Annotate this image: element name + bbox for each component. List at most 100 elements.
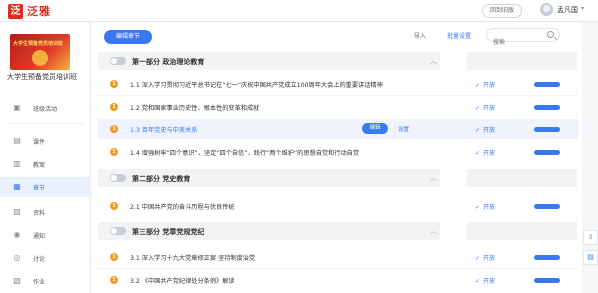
section-header[interactable]: 第三部分 党章党规党纪 ︿: [92, 221, 582, 241]
sidebar-item-label: 作业: [33, 279, 46, 286]
lesson-status[interactable]: ✓ 开放: [475, 103, 495, 112]
progress-pill[interactable]: [534, 255, 560, 260]
back-to-old-version-button[interactable]: 回到旧版: [482, 4, 522, 18]
import-button[interactable]: 导入: [414, 31, 426, 40]
collapse-icon[interactable]: ︿: [430, 226, 437, 236]
collapse-icon[interactable]: ︿: [430, 173, 437, 183]
section-header-bg: [467, 52, 577, 70]
lesson-status[interactable]: ✓ 开放: [475, 202, 495, 211]
section-header-bg: [467, 222, 577, 240]
progress-pill[interactable]: [534, 82, 560, 87]
section-visibility-toggle[interactable]: [110, 227, 126, 235]
edit-lesson-button[interactable]: 编辑: [362, 123, 388, 134]
progress-pill[interactable]: [534, 105, 560, 110]
check-icon: ✓: [475, 82, 481, 89]
status-label: 开放: [483, 204, 496, 211]
section-visibility-toggle[interactable]: [110, 174, 126, 182]
lesson-settings-button[interactable]: 设置: [398, 125, 409, 133]
lesson-title[interactable]: 1.4 增强树牢“四个意识”，坚定“四个自信”，践行“两个维护”的思想自觉和行动…: [130, 148, 359, 157]
sidebar-item-label: 资料: [33, 210, 46, 217]
status-label: 开放: [483, 278, 496, 285]
sidebar: 大学生预备党员培训班 大学生预备党员培训班 ▣ 班级活动 ▤ 课件 ▥ 教案 ▦…: [0, 22, 90, 293]
lesson-title[interactable]: 1.1 深入学习贯彻习近平总书记在“七一”庆祝中国共产党成立100周年大会上的重…: [130, 80, 383, 89]
check-icon: ✓: [475, 278, 481, 285]
lesson-title[interactable]: 1.3 百年党史与中美关系: [130, 125, 198, 134]
status-label: 开放: [483, 150, 496, 157]
lesson-title[interactable]: 3.1 深入学习十九大党章修正案 坚持制度治党: [130, 253, 255, 262]
section-title: 第三部分 党章党规党纪: [132, 228, 205, 236]
sidebar-item-chapters[interactable]: ▦ 章节: [0, 177, 90, 197]
lesson-number-badge: 1: [110, 125, 118, 133]
status-label: 开放: [483, 255, 496, 262]
chapters-icon: ▦: [13, 182, 21, 191]
collapse-icon[interactable]: ︿: [430, 56, 437, 66]
divider: [6, 123, 84, 124]
check-icon: ✓: [475, 105, 481, 112]
lesson-number-badge: 1: [110, 80, 118, 88]
lesson-row[interactable]: 1 3.1 深入学习十九大党章修正案 坚持制度治党 ✓ 开放: [92, 247, 582, 267]
lesson-title[interactable]: 1.2 党和国家事业历史性、根本性的变革和成就: [130, 103, 259, 112]
lesson-row[interactable]: 1 1.1 深入学习贯彻习近平总书记在“七一”庆祝中国共产党成立100周年大会上…: [92, 74, 582, 94]
status-label: 开放: [483, 105, 496, 112]
section-title: 第二部分 党史教育: [132, 175, 191, 183]
lesson-status[interactable]: ✓ 开放: [475, 80, 495, 89]
sidebar-item-homework[interactable]: ▨ 作业: [0, 271, 90, 291]
search-input[interactable]: [493, 36, 549, 49]
check-icon: ✓: [475, 127, 481, 134]
sidebar-item-discussion[interactable]: ◎ 讨论: [0, 248, 90, 268]
discussion-icon: ◎: [13, 253, 21, 262]
section-header-bg: [467, 169, 577, 187]
lesson-title[interactable]: 2.1 中国共产党的奋斗历程与优良传统: [130, 202, 235, 211]
sidebar-item-lesson-plan[interactable]: ▥ 教案: [0, 154, 90, 174]
sidebar-item-class-activity[interactable]: ▣ 班级活动: [0, 98, 90, 118]
progress-pill[interactable]: [534, 204, 560, 209]
search-icon[interactable]: [547, 31, 554, 38]
check-icon: ✓: [475, 255, 481, 262]
sidebar-item-label: 讨论: [33, 256, 46, 263]
sidebar-item-label: 课件: [33, 139, 46, 146]
materials-icon: ▧: [13, 207, 21, 216]
lesson-number-badge: 1: [110, 276, 118, 284]
download-icon[interactable]: ⇩: [583, 230, 598, 245]
course-cover-text: 大学生预备党员培训班: [13, 41, 64, 47]
chapter-panel: 编辑章节 导入 批量设置 第一部分 政治理论教育 ︿ 1 1.1 深入学习贯彻习…: [92, 22, 582, 293]
section-header[interactable]: 第一部分 政治理论教育 ︿: [92, 51, 582, 71]
lesson-status[interactable]: ✓ 开放: [475, 276, 495, 285]
section-visibility-toggle[interactable]: [110, 57, 126, 65]
sidebar-item-materials[interactable]: ▧ 资料: [0, 202, 90, 222]
divider: [98, 268, 578, 269]
edit-chapter-button[interactable]: 编辑章节: [104, 30, 152, 44]
sidebar-item-notices[interactable]: ◉ 通知: [0, 225, 90, 245]
chevron-down-icon[interactable]: ▾: [581, 5, 584, 12]
notice-icon: ◉: [13, 230, 21, 239]
lesson-status[interactable]: ✓ 开放: [475, 148, 495, 157]
check-icon: ✓: [475, 204, 481, 211]
progress-pill[interactable]: [534, 127, 560, 132]
progress-pill[interactable]: [534, 278, 560, 283]
lesson-row-selected[interactable]: 1 1.3 百年党史与中美关系 编辑 设置 ✓ 开放: [92, 119, 582, 139]
lesson-row[interactable]: 1 3.2 《中国共产党纪律处分条例》解读 ✓ 开放: [92, 270, 582, 290]
lesson-row[interactable]: 1 2.1 中国共产党的奋斗历程与优良传统 ✓ 开放: [92, 196, 582, 216]
logo[interactable]: 泛 泛雅: [8, 3, 51, 19]
username[interactable]: 孟凡国: [557, 5, 578, 15]
logo-text: 泛雅: [27, 5, 51, 18]
lesson-title[interactable]: 3.2 《中国共产党纪律处分条例》解读: [130, 276, 235, 285]
lesson-row[interactable]: 1 1.2 党和国家事业历史性、根本性的变革和成就 ✓ 开放: [92, 97, 582, 117]
search-box[interactable]: [486, 28, 560, 49]
avatar[interactable]: [540, 3, 553, 16]
logo-icon: 泛: [8, 3, 23, 19]
progress-pill[interactable]: [534, 150, 560, 155]
course-title: 大学生预备党员培训班: [7, 73, 77, 81]
lesson-status[interactable]: ✓ 开放: [475, 125, 495, 134]
lesson-status[interactable]: ✓ 开放: [475, 253, 495, 262]
lesson-number-badge: 1: [110, 103, 118, 111]
course-cover-image: 大学生预备党员培训班: [10, 34, 70, 70]
batch-settings-button[interactable]: 批量设置: [447, 31, 471, 40]
sidebar-item-courseware[interactable]: ▤ 课件: [0, 131, 90, 151]
top-bar: 泛 泛雅 回到旧版 孟凡国 ▾: [0, 0, 598, 22]
sidebar-item-label: 班级活动: [33, 106, 58, 113]
note-icon[interactable]: ▤: [583, 250, 598, 265]
lesson-row[interactable]: 1 1.4 增强树牢“四个意识”，坚定“四个自信”，践行“两个维护”的思想自觉和…: [92, 142, 582, 162]
sidebar-item-label: 教案: [33, 162, 46, 169]
section-header[interactable]: 第二部分 党史教育 ︿: [92, 168, 582, 188]
